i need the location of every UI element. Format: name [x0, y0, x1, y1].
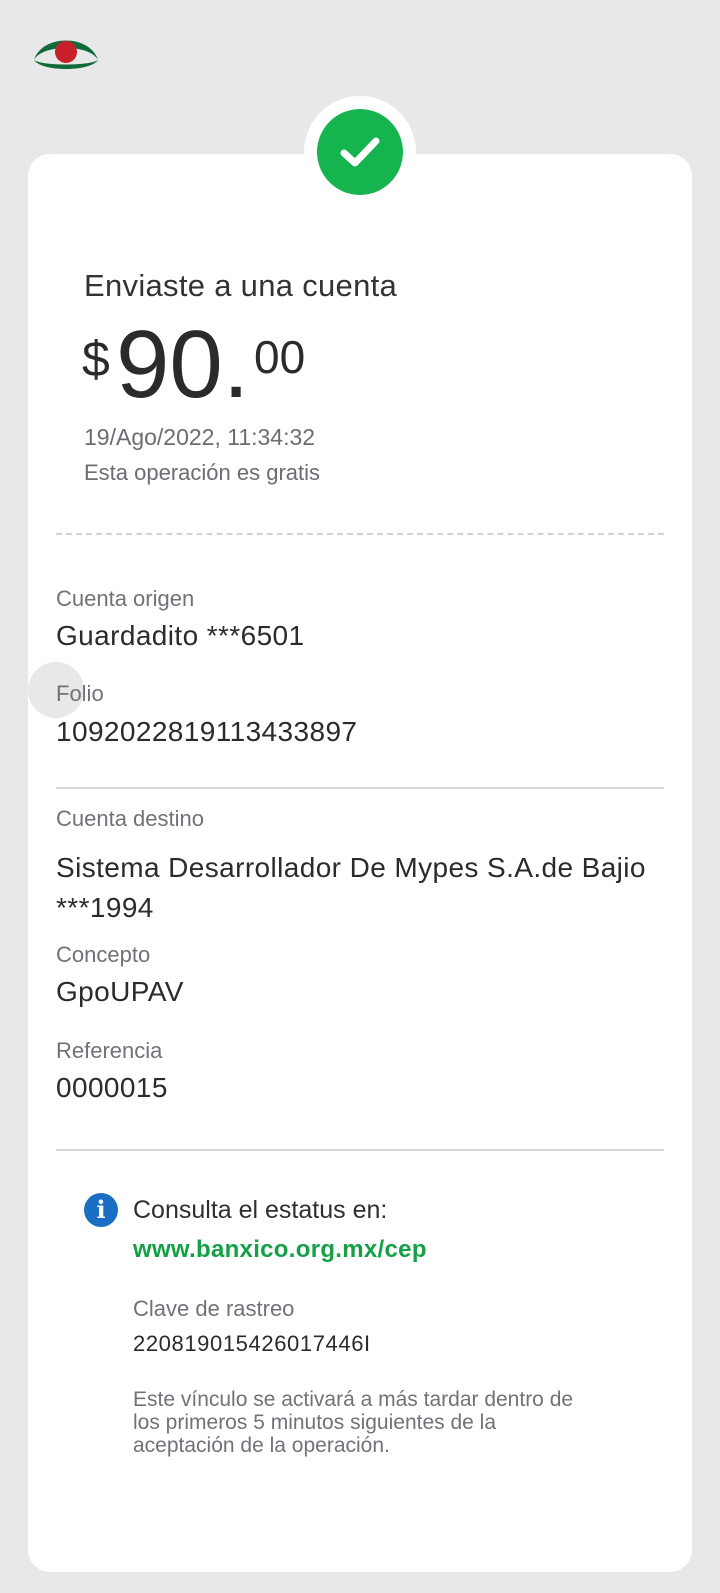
link-activation-note: Este vínculo se activará a más tardar de…	[133, 1388, 574, 1457]
banxico-cep-link[interactable]: www.banxico.org.mx/cep	[133, 1236, 427, 1264]
info-icon: i	[84, 1193, 118, 1227]
concept-label: Concepto	[56, 942, 151, 967]
transfer-datetime: 19/Ago/2022, 11:34:32	[84, 424, 316, 450]
success-badge	[304, 96, 416, 208]
folio-label: Folio	[56, 681, 104, 706]
tracking-key-value: 2208190154260174​46I	[133, 1331, 371, 1356]
origin-account-value: Guardadito ***6501	[56, 620, 305, 651]
section-divider	[56, 787, 664, 789]
status-consult-text: Consulta el estatus en:	[133, 1196, 388, 1224]
transfer-title: Enviaste a una cuenta	[84, 268, 398, 303]
reference-value: 0000015	[56, 1072, 168, 1103]
section-divider	[56, 1149, 664, 1151]
dashed-separator	[56, 533, 664, 535]
tracking-key-label: Clave de rastreo	[133, 1296, 295, 1321]
bank-logo-icon	[32, 26, 100, 70]
concept-value: GpoUPAV	[56, 976, 184, 1007]
amount-decimal: 00	[254, 331, 306, 383]
reference-label: Referencia	[56, 1038, 163, 1063]
amount-integer: 90.	[116, 311, 250, 418]
destination-account-value: Sistema Desarrollador De Mypes S.A.de Ba…	[56, 852, 646, 923]
amount-currency: $	[82, 331, 110, 387]
fee-note: Esta operación es gratis	[84, 460, 321, 485]
destination-account-label: Cuenta destino	[56, 806, 204, 831]
check-icon	[317, 109, 403, 195]
origin-account-label: Cuenta origen	[56, 586, 195, 611]
folio-value: 1092022819113433897	[56, 716, 358, 747]
ticket-notch-right	[692, 662, 720, 718]
